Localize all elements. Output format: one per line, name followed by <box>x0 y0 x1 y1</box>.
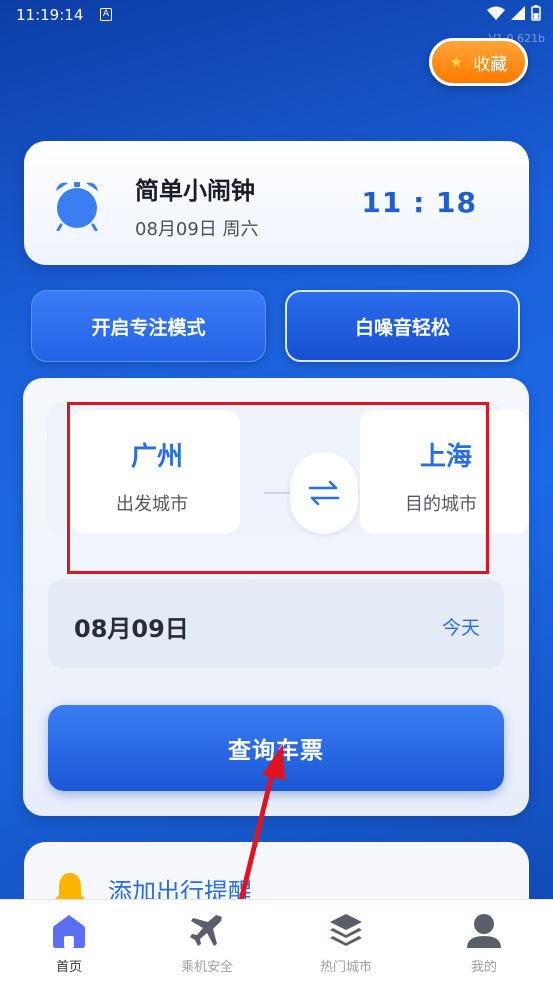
current-date: 08月09日 周六 <box>135 219 259 240</box>
route-highlight-box <box>67 402 489 574</box>
wifi-icon <box>487 6 505 20</box>
current-time: 11 : 18 <box>361 186 477 219</box>
focus-mode-button[interactable]: 开启专注模式 <box>31 290 266 362</box>
ticket-search-card: 广州 出发城市 上海 目的城市 08月09日 今天 查询车票 <box>23 378 529 816</box>
status-time: 11:19:14 <box>16 6 84 24</box>
nav-label-home: 首页 <box>55 960 82 975</box>
battery-icon <box>531 5 541 21</box>
bottom-navigation: 首页 乘机安全 热门城市 我的 <box>0 899 553 984</box>
travel-date: 08月09日 <box>74 615 189 643</box>
favorite-button[interactable]: ★ 收藏 <box>429 38 528 86</box>
alarm-clock-icon <box>56 182 98 231</box>
nav-label-mine: 我的 <box>470 960 497 975</box>
nav-label-flight-safety: 乘机安全 <box>180 960 233 975</box>
user-icon <box>467 914 501 948</box>
status-bar: 11:19:14 A <box>0 0 553 30</box>
white-noise-button[interactable]: 白噪音轻松 <box>285 290 520 362</box>
favorite-label: 收藏 <box>473 54 508 75</box>
notification-a-icon: A <box>100 8 112 21</box>
alarm-clock-card[interactable]: 简单小闹钟 08月09日 周六 11 : 18 <box>24 141 529 265</box>
app-title: 简单小闹钟 <box>135 177 255 205</box>
today-label: 今天 <box>441 617 480 639</box>
airplane-icon <box>190 915 222 946</box>
home-icon <box>53 915 85 948</box>
status-indicators <box>487 5 541 21</box>
layers-icon <box>330 914 362 946</box>
signal-icon <box>511 6 525 20</box>
star-icon: ★ <box>449 53 464 71</box>
search-tickets-button[interactable]: 查询车票 <box>48 705 504 791</box>
travel-date-selector[interactable]: 08月09日 今天 <box>48 579 504 668</box>
nav-label-hot-cities: 热门城市 <box>319 960 372 975</box>
